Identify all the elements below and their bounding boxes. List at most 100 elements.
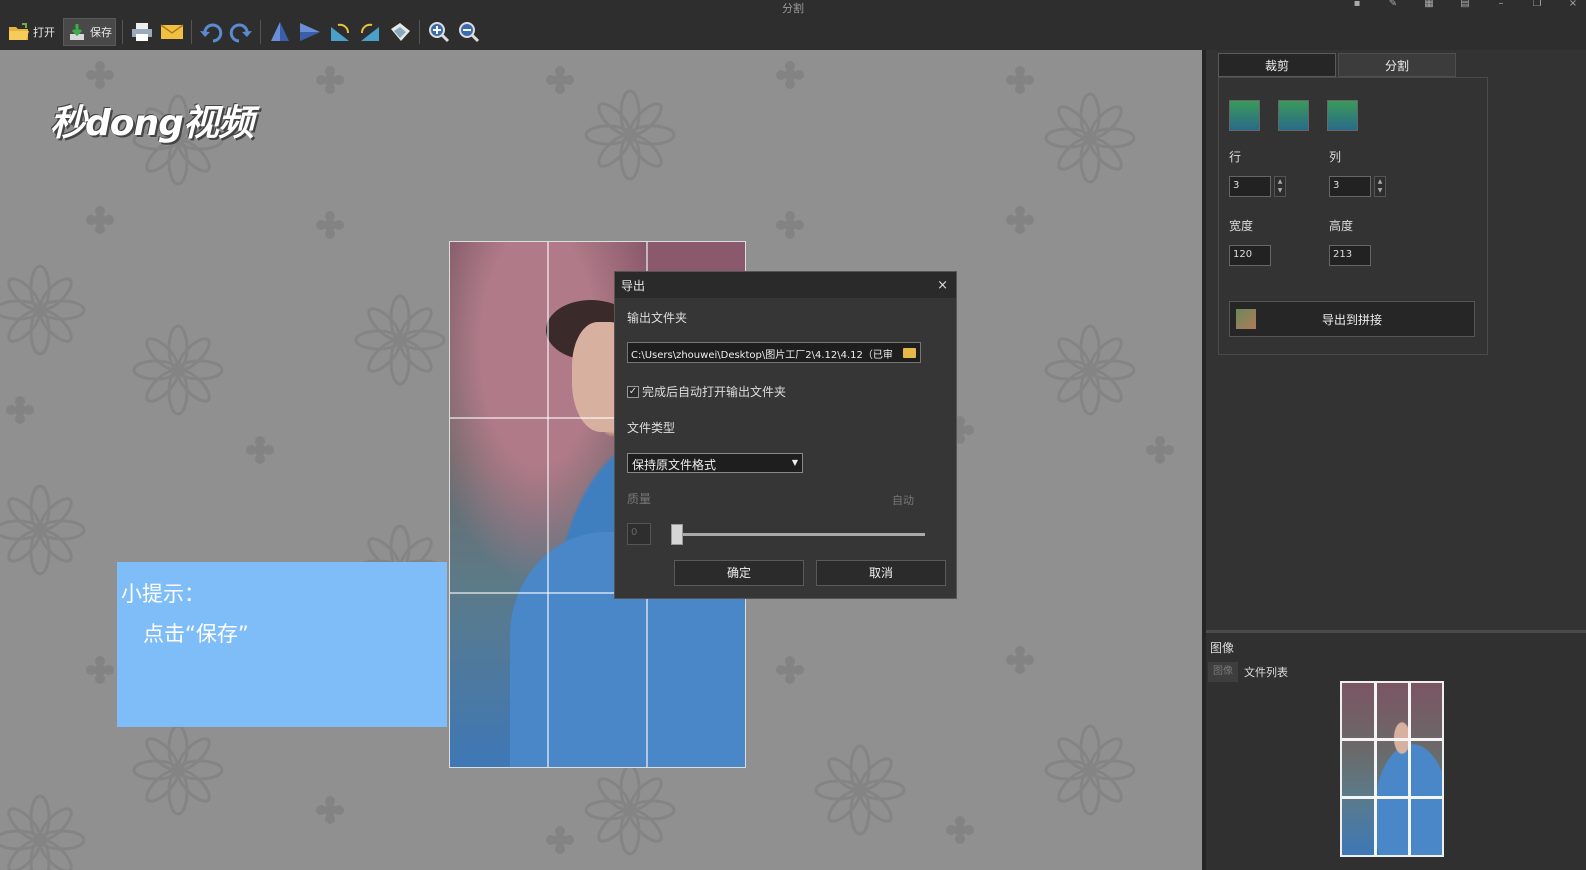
zoom-in-icon (429, 22, 450, 43)
panel-tabs: 裁剪 分割 (1218, 53, 1456, 77)
cols-input[interactable]: 3 (1329, 176, 1371, 197)
undo-icon (200, 23, 223, 43)
tip-text: 点击“保存” (143, 622, 249, 646)
app-window: 分割 ▪ ✎ ▦ ▤ – ❐ × 打开 保存 秒dong视频 小提示： 点击“保… (0, 0, 1586, 870)
tab-split[interactable]: 分割 (1338, 53, 1456, 77)
flip-vertical-icon (271, 22, 289, 41)
chevron-down-icon: ▼ (791, 458, 798, 467)
dialog-title: 导出 (621, 278, 646, 293)
redo-icon (229, 23, 252, 43)
toolbar-separator (191, 20, 192, 44)
export-dialog: 导出 × 输出文件夹 C:\Users\zhouwei\Desktop\图片工厂… (614, 271, 957, 599)
save-label: 保存 (90, 26, 112, 39)
rotate-right-button[interactable] (357, 19, 383, 45)
image-pane-title: 图像 (1210, 641, 1235, 655)
close-icon[interactable]: × (1566, 0, 1580, 10)
tab-image[interactable]: 图像 (1208, 662, 1238, 682)
height-input[interactable]: 213 (1329, 245, 1371, 266)
collage-icon (1236, 309, 1256, 329)
ok-button[interactable]: 确定 (674, 560, 804, 586)
pen-icon[interactable]: ✎ (1386, 0, 1400, 10)
dialog-close-icon[interactable]: × (937, 278, 948, 293)
doc-icon[interactable]: ▤ (1458, 0, 1472, 10)
thumbnail-grid-line (1374, 683, 1377, 855)
print-button[interactable] (129, 19, 155, 45)
toolbar: 打开 保存 (0, 16, 482, 48)
thumbnail-grid-line (1342, 796, 1442, 799)
cols-stepper[interactable]: ▲ ▼ (1374, 176, 1386, 197)
page-icon[interactable]: ▪ (1350, 0, 1364, 10)
toolbar-separator (122, 20, 123, 44)
quality-slider-track[interactable] (671, 533, 925, 536)
save-icon (70, 24, 84, 40)
palette-icon[interactable]: ▦ (1422, 0, 1436, 10)
right-panel: 裁剪 分割 行 3 ▲ ▼ 列 3 ▲ ▼ 宽度 120 高度 213 导出到拼接 (1202, 50, 1586, 870)
split-rows-icon[interactable] (1278, 100, 1309, 131)
output-folder-label: 输出文件夹 (627, 311, 688, 325)
height-label: 高度 (1329, 219, 1354, 233)
flip-horizontal-icon (300, 23, 320, 41)
title-bar: 分割 ▪ ✎ ▦ ▤ – ❐ × 打开 保存 (0, 0, 1586, 50)
rotate-left-icon (331, 23, 349, 41)
tab-file-list[interactable]: 文件列表 (1244, 664, 1288, 680)
watermark-logo: 秒dong视频 (50, 103, 254, 144)
redo-button[interactable] (228, 19, 254, 45)
open-button[interactable]: 打开 (4, 18, 59, 46)
split-cols-icon[interactable] (1327, 100, 1358, 131)
save-button[interactable]: 保存 (63, 18, 116, 46)
rotate-free-icon (391, 23, 410, 41)
export-to-collage-label: 导出到拼接 (1321, 312, 1382, 327)
quality-label: 质量 (627, 492, 652, 506)
rows-label: 行 (1229, 150, 1242, 164)
quality-auto-label: 自动 (892, 494, 914, 507)
zoom-out-icon (459, 22, 480, 43)
image-thumbnail[interactable] (1340, 681, 1444, 857)
quality-input[interactable]: 0 (627, 523, 651, 545)
tip-box: 小提示： 点击“保存” (117, 562, 447, 727)
cols-label: 列 (1329, 150, 1342, 164)
window-controls: ▪ ✎ ▦ ▤ – ❐ × (1350, 0, 1580, 10)
image-pane-tabs: 图像 文件列表 (1208, 662, 1288, 682)
tab-crop[interactable]: 裁剪 (1218, 53, 1336, 77)
open-label: 打开 (33, 26, 55, 39)
zoom-in-button[interactable] (426, 19, 452, 45)
minimize-icon[interactable]: – (1494, 0, 1508, 10)
split-mode-icons (1229, 100, 1358, 131)
split-settings: 行 3 ▲ ▼ 列 3 ▲ ▼ 宽度 120 高度 213 导出到拼接 (1218, 77, 1488, 355)
thumbnail-grid-line (1342, 738, 1442, 741)
window-title: 分割 (782, 2, 804, 15)
folder-open-icon (9, 23, 29, 40)
output-folder-value: C:\Users\zhouwei\Desktop\图片工厂2\4.12\4.12… (631, 350, 893, 361)
zoom-out-button[interactable] (456, 19, 482, 45)
split-grid-icon[interactable] (1229, 100, 1260, 131)
thumbnail-grid-line (1408, 683, 1411, 855)
undo-button[interactable] (198, 19, 224, 45)
auto-open-row[interactable]: ✓ 完成后自动打开输出文件夹 (627, 383, 786, 400)
file-type-label: 文件类型 (627, 421, 676, 435)
auto-open-checkbox[interactable]: ✓ (627, 385, 639, 398)
dialog-titlebar: 导出 × (615, 272, 956, 298)
envelope-icon (160, 24, 184, 39)
rows-input[interactable]: 3 (1229, 176, 1271, 197)
email-button[interactable] (159, 19, 185, 45)
cancel-button[interactable]: 取消 (816, 560, 946, 586)
file-type-select[interactable]: 保持原文件格式 ▼ (627, 453, 803, 473)
split-grid-line (547, 242, 549, 767)
restore-icon[interactable]: ❐ (1530, 0, 1544, 10)
image-pane: 图像 图像 文件列表 (1206, 630, 1586, 870)
rotate-left-button[interactable] (327, 19, 353, 45)
output-folder-input[interactable]: C:\Users\zhouwei\Desktop\图片工厂2\4.12\4.12… (627, 342, 921, 363)
toolbar-separator (260, 20, 261, 44)
browse-folder-icon[interactable] (903, 348, 916, 358)
canvas-area: 秒dong视频 小提示： 点击“保存” (0, 50, 1202, 870)
rows-stepper[interactable]: ▲ ▼ (1274, 176, 1286, 197)
export-to-collage-button[interactable]: 导出到拼接 (1229, 301, 1475, 337)
toolbar-separator (419, 20, 420, 44)
quality-slider-thumb[interactable] (671, 524, 683, 545)
tip-title: 小提示： (121, 582, 205, 606)
flip-vertical-button[interactable] (267, 19, 293, 45)
width-input[interactable]: 120 (1229, 245, 1271, 266)
width-label: 宽度 (1229, 219, 1254, 233)
flip-horizontal-button[interactable] (297, 19, 323, 45)
rotate-free-button[interactable] (387, 19, 413, 45)
